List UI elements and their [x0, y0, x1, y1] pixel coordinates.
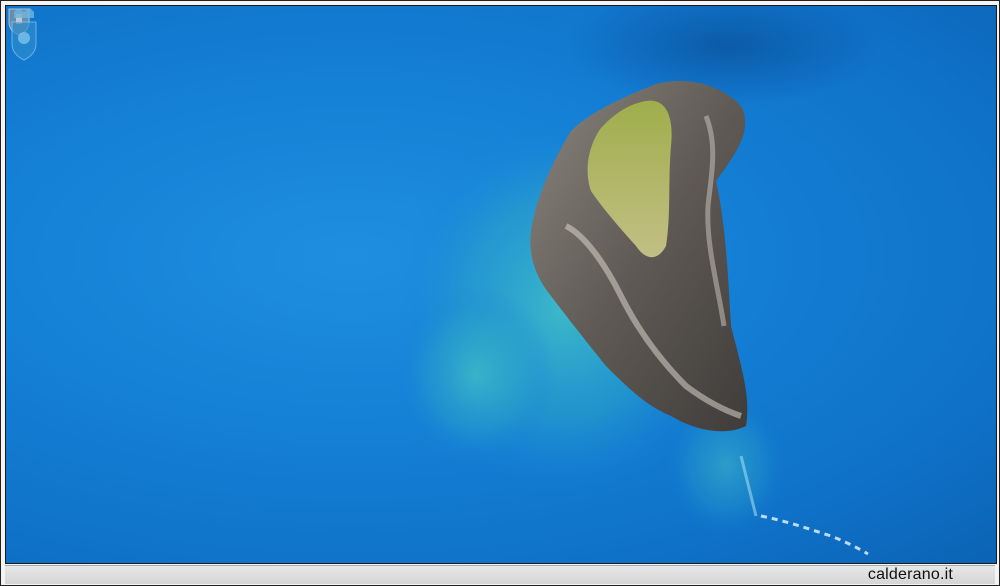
- surf-foam: [760, 514, 869, 556]
- crest-watermark-icon: [11, 8, 37, 61]
- aerial-photo: [5, 5, 997, 564]
- island-scene: [396, 6, 886, 556]
- shallow-reef-west: [396, 286, 556, 466]
- caption-bar: calderano.it: [5, 565, 995, 584]
- site-watermark: calderano.it: [867, 566, 953, 583]
- deep-water: [566, 6, 886, 106]
